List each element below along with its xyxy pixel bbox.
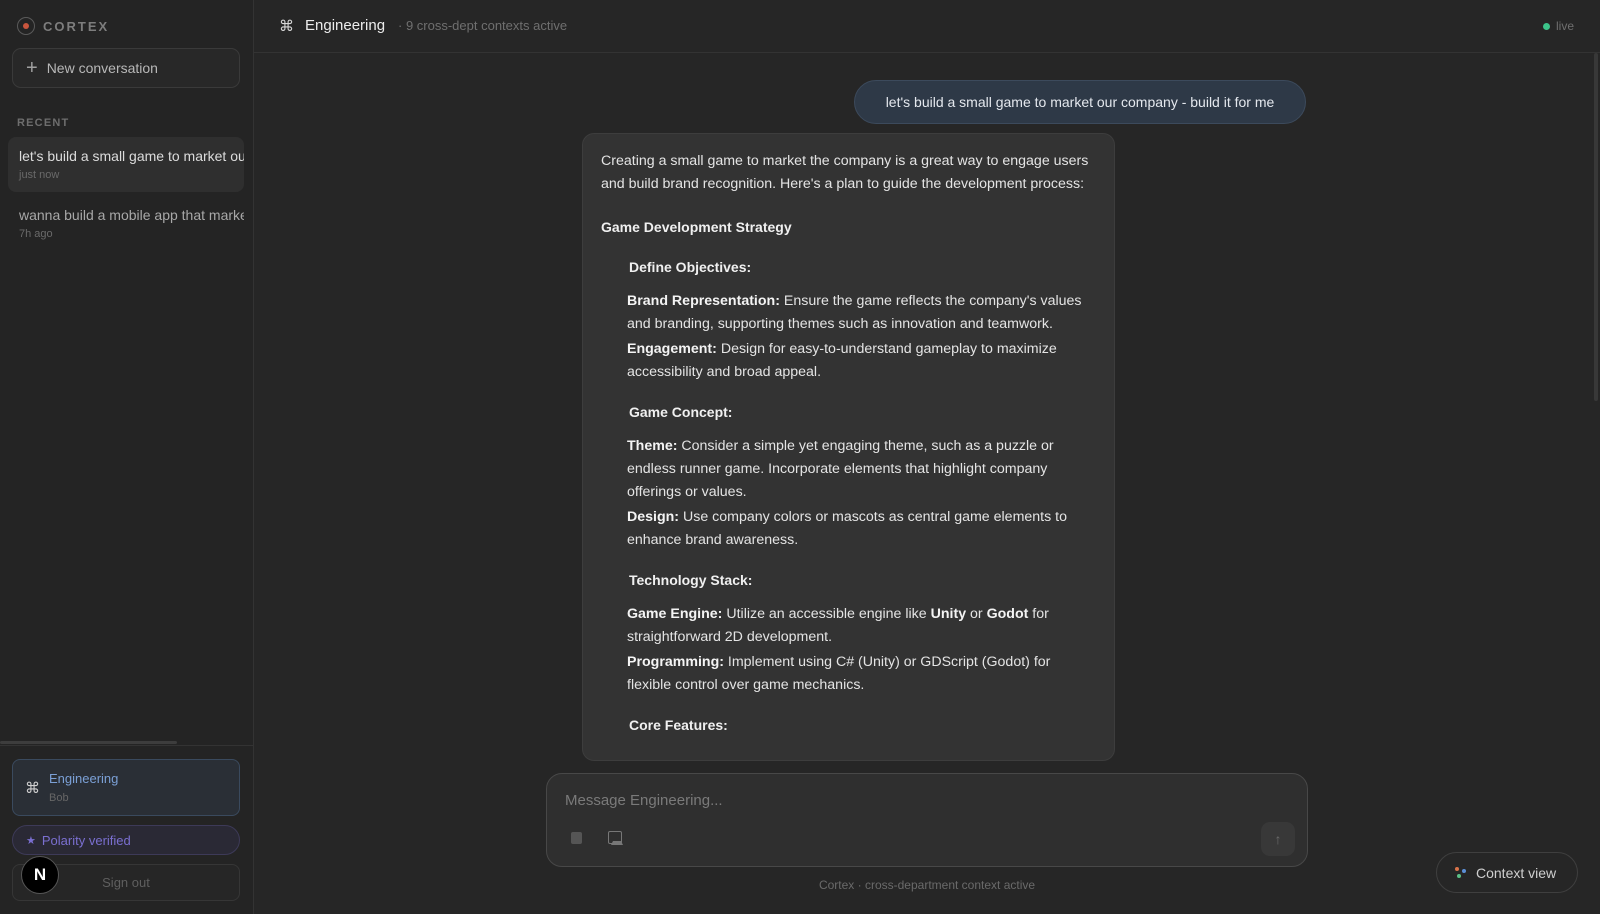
- list-item: Design: Use company colors or mascots as…: [627, 506, 1096, 552]
- brand: CORTEX: [17, 17, 109, 35]
- star-icon: ★: [26, 834, 36, 847]
- arrow-up-icon: ↑: [1274, 831, 1282, 847]
- section-title: Game Concept:: [629, 404, 733, 420]
- conversation-title: let's build a small game to market our c…: [19, 148, 244, 164]
- item-label: Brand Representation:: [627, 293, 780, 309]
- list-item: Brand Representation: Ensure the game re…: [627, 290, 1096, 336]
- image-icon[interactable]: [608, 831, 623, 845]
- live-dot-icon: [1542, 22, 1550, 30]
- item-label: Programming:: [627, 654, 724, 670]
- new-conversation-label: New conversation: [46, 60, 158, 76]
- item-label: Design:: [627, 509, 680, 525]
- chat-header: ⌘ Engineering · 9 cross-dept contexts ac…: [254, 0, 1600, 53]
- composer-footer: Cortex · cross-department context active: [818, 878, 1036, 892]
- section-concept: Game Concept: Theme: Consider a simple y…: [601, 401, 1096, 552]
- message-input[interactable]: [565, 788, 1245, 812]
- message-composer: ↑: [546, 773, 1308, 867]
- workspace-user: Bob: [49, 792, 69, 804]
- item-text: or: [966, 606, 987, 622]
- section-core-features: Core Features:: [601, 714, 1096, 737]
- conversation-item[interactable]: wanna build a mobile app that markets ou…: [8, 196, 244, 251]
- user-message: let's build a small game to market our c…: [854, 80, 1306, 124]
- item-label: Game Engine:: [627, 606, 723, 622]
- section-tech-stack: Technology Stack: Game Engine: Utilize a…: [601, 569, 1096, 697]
- chat-scrollbar[interactable]: [1594, 53, 1598, 401]
- avatar[interactable]: N: [21, 856, 59, 894]
- context-dots-icon: [1455, 866, 1467, 879]
- new-conversation-button[interactable]: + New conversation: [12, 48, 240, 88]
- list-item: Theme: Consider a simple yet engaging th…: [627, 435, 1096, 504]
- workspace-name: Engineering: [49, 771, 119, 786]
- conversation-time: just now: [19, 169, 60, 181]
- context-view-button[interactable]: Context view: [1436, 852, 1578, 893]
- item-emphasis: Godot: [986, 606, 1029, 622]
- command-icon: ⌘: [279, 18, 294, 35]
- sign-out-label: Sign out: [102, 875, 150, 890]
- item-text: Consider a simple yet engaging theme, su…: [627, 438, 1054, 500]
- conversation-time: 7h ago: [19, 228, 53, 240]
- assistant-heading: Game Development Strategy: [601, 219, 792, 235]
- conversation-item[interactable]: let's build a small game to market our c…: [8, 137, 244, 192]
- user-message-text: let's build a small game to market our c…: [885, 94, 1275, 110]
- assistant-message: Creating a small game to market the comp…: [582, 133, 1115, 761]
- item-label: Theme:: [627, 438, 678, 454]
- context-count: · 9 cross-dept contexts active: [398, 18, 568, 33]
- conversation-title: wanna build a mobile app that markets ou…: [19, 207, 244, 223]
- command-icon: ⌘: [25, 779, 40, 797]
- item-label: Engagement:: [627, 341, 717, 357]
- send-button[interactable]: ↑: [1261, 822, 1295, 856]
- section-title: Define Objectives:: [629, 259, 752, 275]
- live-status: live: [1542, 19, 1574, 33]
- section-title: Core Features:: [629, 717, 728, 733]
- polarity-verified-badge: ★ Polarity verified: [12, 825, 240, 855]
- plus-icon: +: [26, 57, 38, 79]
- live-label: live: [1555, 19, 1574, 33]
- attachment-icon[interactable]: [571, 832, 582, 844]
- avatar-letter: N: [33, 865, 47, 884]
- polarity-label: Polarity verified: [41, 832, 131, 848]
- workspace-card[interactable]: ⌘ Engineering Bob: [12, 759, 240, 816]
- list-item: Game Engine: Utilize an accessible engin…: [627, 603, 1096, 649]
- brand-name: CORTEX: [43, 18, 110, 34]
- section-objectives: Define Objectives: Brand Representation:…: [601, 256, 1096, 384]
- cortex-logo-icon: [17, 17, 35, 35]
- item-text: Utilize an accessible engine like: [722, 606, 931, 622]
- list-item: Programming: Implement using C# (Unity) …: [627, 651, 1096, 697]
- section-title: Technology Stack:: [629, 572, 753, 588]
- item-text: Use company colors or mascots as central…: [627, 509, 1067, 548]
- sidebar-divider: [0, 745, 254, 746]
- item-emphasis: Unity: [930, 606, 967, 622]
- sidebar-scrollbar[interactable]: [0, 741, 177, 744]
- assistant-intro: Creating a small game to market the comp…: [601, 153, 1089, 192]
- recent-label: RECENT: [17, 117, 70, 129]
- context-view-label: Context view: [1476, 864, 1557, 881]
- sidebar: CORTEX + New conversation RECENT let's b…: [0, 0, 254, 914]
- page-title: Engineering: [305, 17, 386, 34]
- list-item: Engagement: Design for easy-to-understan…: [627, 338, 1096, 384]
